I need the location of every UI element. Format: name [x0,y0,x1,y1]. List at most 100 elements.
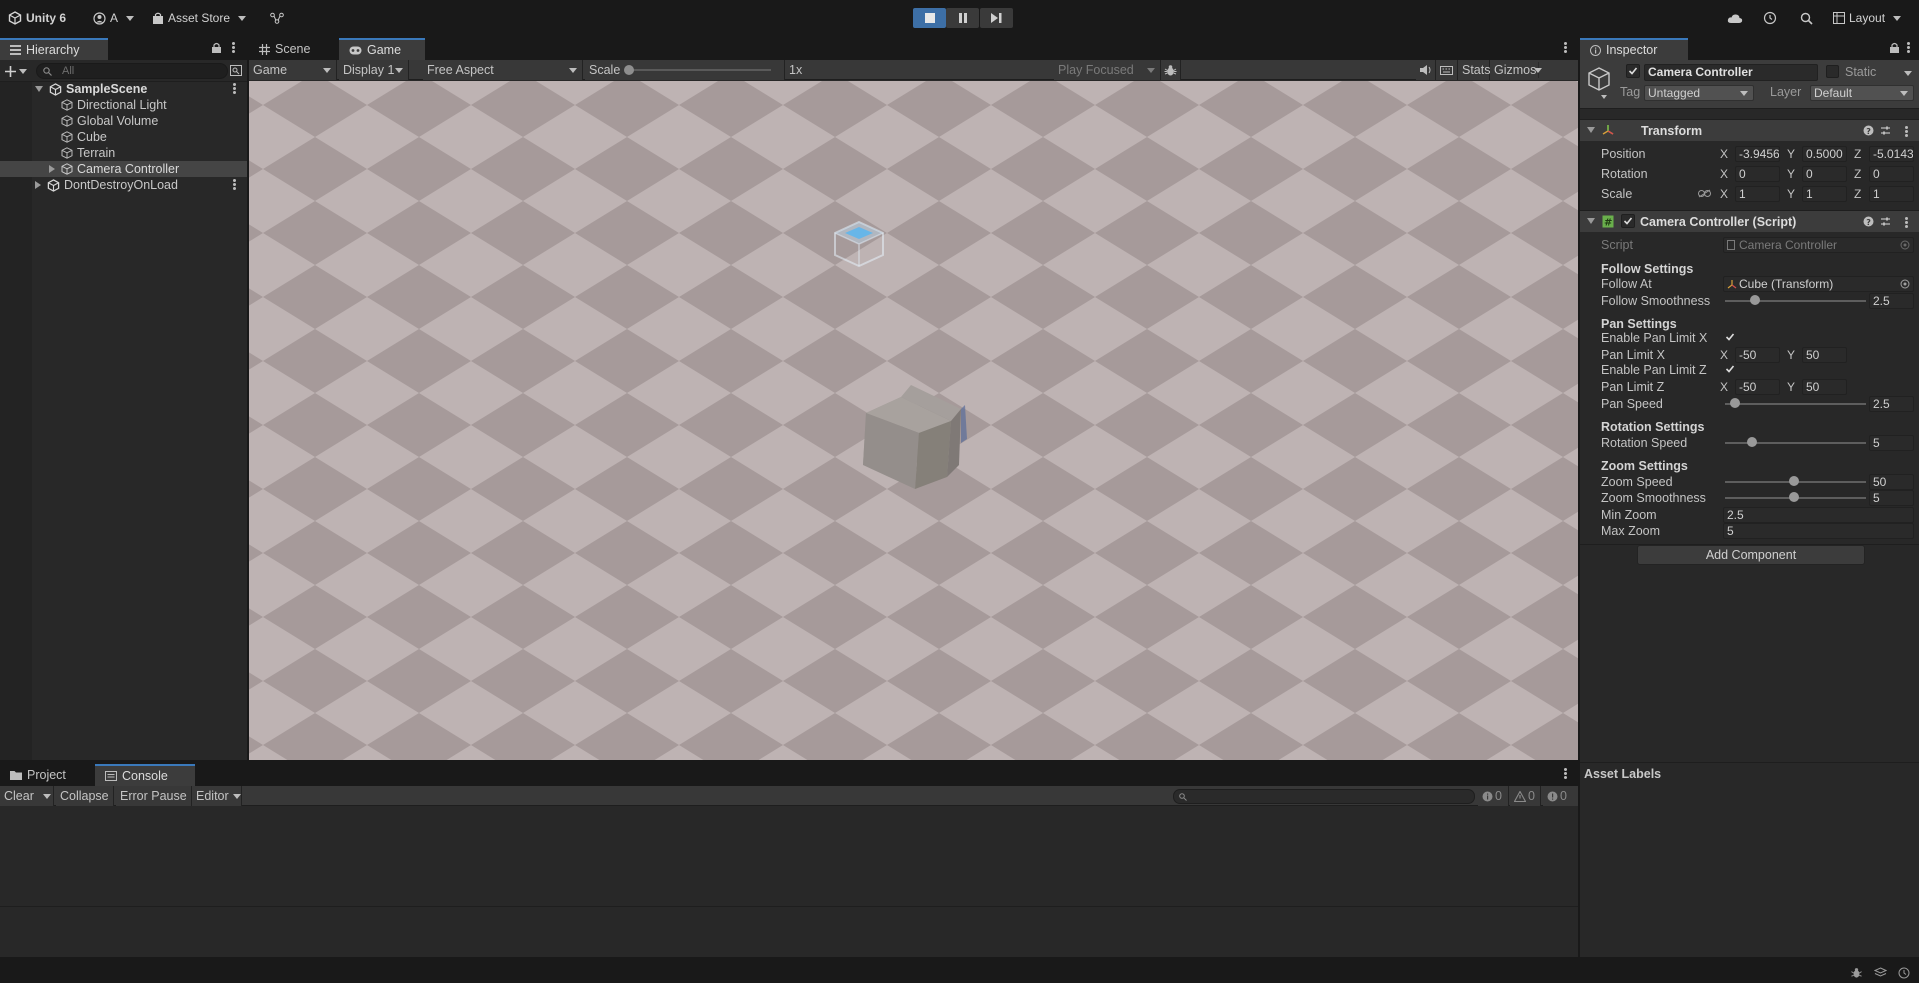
enabled-checkbox[interactable] [1621,214,1635,228]
tab-inspector[interactable]: Inspector [1580,38,1688,60]
chevron-down-icon[interactable] [1601,95,1607,99]
fold-closed-icon[interactable] [35,181,41,189]
tab-game[interactable]: Game [339,38,425,60]
rotation-speed-knob[interactable] [1747,437,1757,447]
transform-header[interactable]: Transform ? [1580,119,1919,141]
bug-button[interactable] [1161,60,1181,80]
position-y-field[interactable]: 0.5000 [1802,146,1847,162]
more-menu-icon[interactable] [232,42,235,53]
follow-smoothness-field[interactable]: 2.5 [1869,293,1914,309]
pan-limit-z-max-field[interactable]: 50 [1802,379,1847,395]
tab-console[interactable]: Console [95,764,195,786]
preset-icon[interactable] [1880,125,1891,136]
console-log-area[interactable] [0,807,1578,909]
error-filter-toggle[interactable]: 0 [1543,786,1578,806]
layout-dropdown[interactable]: Layout [1833,9,1902,27]
max-zoom-field[interactable]: 5 [1723,523,1914,539]
game-viewport[interactable] [249,81,1578,760]
list-item[interactable]: Directional Light [0,97,247,113]
asset-labels-bar[interactable]: Asset Labels [1580,762,1919,784]
create-button[interactable] [5,63,31,79]
play-stop-button[interactable] [913,8,946,28]
console-splitter[interactable] [0,906,1578,907]
preset-icon[interactable] [1880,216,1891,227]
more-menu-icon[interactable] [233,179,236,190]
lock-icon[interactable] [1890,42,1899,53]
error-pause-toggle[interactable]: Error Pause [116,786,192,806]
tag-dropdown[interactable]: Untagged [1644,85,1754,101]
zoom-speed-field[interactable]: 50 [1869,474,1914,490]
progress-status-icon[interactable] [1898,967,1910,979]
info-filter-toggle[interactable]: 0 [1478,786,1509,806]
play-focused-dropdown[interactable]: Play Focused [1054,60,1161,80]
rotation-speed-field[interactable]: 5 [1869,435,1914,451]
pan-speed-knob[interactable] [1730,398,1740,408]
list-item-selected[interactable]: Camera Controller [0,161,247,177]
asset-store-dropdown[interactable]: Asset Store [152,9,247,27]
step-button[interactable] [980,8,1013,28]
more-menu-icon[interactable] [1907,42,1910,53]
account-dropdown[interactable]: A [93,9,135,27]
chevron-down-icon[interactable] [43,794,51,799]
pan-speed-track[interactable] [1725,403,1866,405]
layer-dropdown[interactable]: Default [1810,85,1914,101]
fold-closed-icon[interactable] [49,165,55,173]
search-button[interactable] [1800,9,1813,27]
object-name-field[interactable]: Camera Controller [1644,64,1818,81]
pause-button[interactable] [946,8,979,28]
chevron-down-icon[interactable] [1904,71,1912,76]
rotation-x-field[interactable]: 0 [1735,166,1780,182]
position-x-field[interactable]: -3.9456 [1735,146,1780,162]
warning-filter-toggle[interactable]: 0 [1510,786,1541,806]
pan-limit-z-min-field[interactable]: -50 [1735,379,1780,395]
help-icon[interactable]: ? [1863,125,1874,136]
console-search-input[interactable] [1173,789,1475,804]
list-item[interactable]: Terrain [0,145,247,161]
cloud-button[interactable] [1727,9,1743,27]
rotation-z-field[interactable]: 0 [1869,166,1914,182]
layers-icon[interactable] [1874,967,1887,979]
clear-button[interactable]: Clear [0,786,54,806]
hierarchy-search-input[interactable]: All [36,63,228,79]
fold-open-icon[interactable] [1587,127,1595,133]
list-item[interactable]: Cube [0,129,247,145]
scene-row[interactable]: SampleScene [0,81,247,97]
fold-open-icon[interactable] [35,86,43,92]
lock-icon[interactable] [212,42,221,53]
more-menu-icon[interactable] [1905,217,1908,228]
pan-limit-x-max-field[interactable]: 50 [1802,347,1847,363]
add-component-button[interactable]: Add Component [1637,545,1865,565]
view-mode-dropdown[interactable]: Game [249,60,337,80]
scale-y-field[interactable]: 1 [1802,186,1847,202]
gizmos-dropdown[interactable]: Gizmos [1490,60,1578,80]
rotation-y-field[interactable]: 0 [1802,166,1847,182]
pan-speed-field[interactable]: 2.5 [1869,396,1914,412]
follow-smoothness-knob[interactable] [1750,295,1760,305]
script-component-header[interactable]: # Camera Controller (Script) ? [1580,210,1919,232]
editor-dropdown[interactable]: Editor [192,786,242,806]
scale-slider-knob[interactable] [624,65,634,75]
audio-mute-button[interactable] [1416,60,1436,80]
enable-pan-z-checkbox[interactable] [1724,363,1737,376]
unity-menu[interactable]: Unity 6 [8,9,66,27]
zoom-speed-knob[interactable] [1789,476,1799,486]
object-picker-icon[interactable] [1900,279,1910,289]
tab-scene[interactable]: Scene [249,38,329,60]
more-menu-icon[interactable] [1905,126,1908,137]
debug-bug-icon[interactable] [1850,967,1863,979]
tab-hierarchy[interactable]: Hierarchy [0,38,108,60]
scale-slider[interactable]: Scale [585,60,785,80]
zoom-smoothness-knob[interactable] [1789,492,1799,502]
more-menu-icon[interactable] [1564,768,1567,779]
collapse-toggle[interactable]: Collapse [56,786,114,806]
static-checkbox[interactable] [1826,65,1839,78]
zoom-smoothness-field[interactable]: 5 [1869,490,1914,506]
fold-open-icon[interactable] [1587,218,1595,224]
enable-pan-x-checkbox[interactable] [1724,331,1737,344]
stats-button[interactable]: Stats [1458,60,1491,80]
filter-scene-icon[interactable] [230,65,242,76]
follow-smoothness-track[interactable] [1725,300,1866,302]
follow-at-field[interactable]: Cube (Transform) [1723,276,1914,292]
aspect-dropdown[interactable]: Free Aspect [423,60,583,80]
pan-limit-x-min-field[interactable]: -50 [1735,347,1780,363]
